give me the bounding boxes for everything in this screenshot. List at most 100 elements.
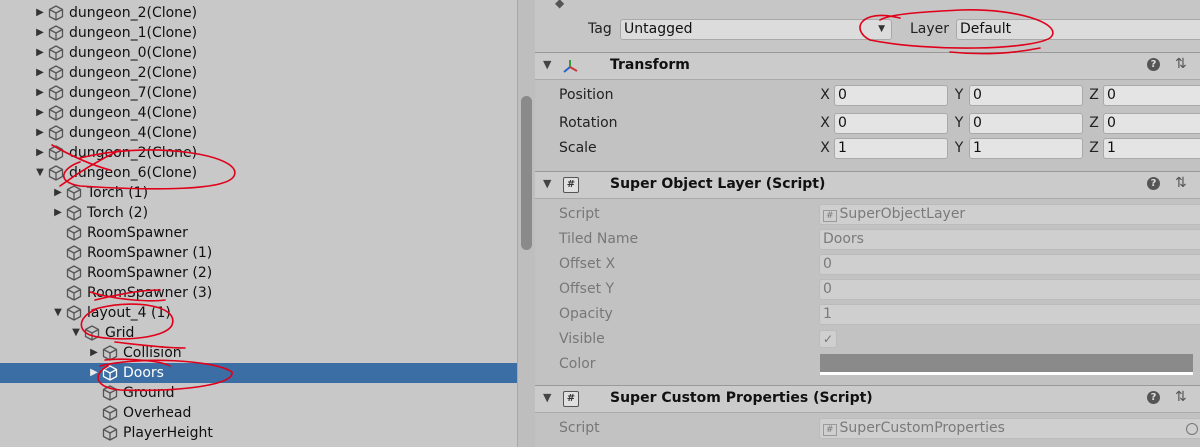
hierarchy-item[interactable]: ▶ Torch (2) [0,203,517,223]
position-z-axis[interactable]: Z [1088,87,1100,103]
scale-z-field[interactable]: 1 [1103,138,1200,159]
rotation-y-field[interactable]: 0 [969,113,1083,134]
foldout-collapsed-icon[interactable]: ▶ [34,3,46,23]
position-z-field[interactable]: 0 [1103,85,1200,106]
color-swatch[interactable] [820,354,1193,375]
hierarchy-item[interactable]: RoomSpawner (2) [0,263,517,283]
foldout-collapsed-icon[interactable]: ▶ [34,143,46,163]
hierarchy-item-label: Torch (2) [87,205,149,221]
tag-dropdown[interactable]: Untagged ▼ [620,19,892,40]
custom-script-object-field[interactable]: # SuperCustomProperties [819,418,1200,439]
hierarchy-item[interactable]: ▼ layout_4 (1) [0,303,517,323]
tiled-name-field[interactable]: Doors [819,229,1200,250]
super-custom-properties-header[interactable]: ▼ # Super Custom Properties (Script) ? ⇅ [535,385,1200,413]
position-y-field[interactable]: 0 [969,85,1083,106]
layer-dropdown[interactable]: Default [956,19,1200,40]
transform-icon [563,60,578,73]
hierarchy-item[interactable]: ▶ dungeon_0(Clone) [0,43,517,63]
hierarchy-item[interactable]: ▶ dungeon_2(Clone) [0,143,517,163]
rotation-y-axis[interactable]: Y [953,115,965,131]
foldout-collapsed-icon[interactable]: ▶ [52,183,64,203]
position-x-axis[interactable]: X [819,87,831,103]
hierarchy-item[interactable]: ▶ Collision [0,343,517,363]
hierarchy-item[interactable]: Overhead [0,403,517,423]
tag-label: Tag [588,21,612,37]
hierarchy-item[interactable]: ▶ dungeon_2(Clone) [0,63,517,83]
foldout-collapsed-icon[interactable]: ▶ [52,203,64,223]
offset-x-field[interactable]: 0 [819,254,1200,275]
layer-dropdown-value: Default [960,21,1012,37]
hierarchy-item-label: Overhead [123,405,192,421]
gameobject-header: ◆ Tag Untagged ▼ Layer Default [535,0,1200,53]
hierarchy-item[interactable]: RoomSpawner (1) [0,243,517,263]
foldout-icon[interactable]: ▼ [543,391,551,404]
rotation-label: Rotation [559,115,618,131]
hierarchy-item[interactable]: ▼ Grid [0,323,517,343]
hierarchy-item-label: dungeon_2(Clone) [69,65,198,81]
foldout-collapsed-icon[interactable]: ▶ [34,83,46,103]
help-icon[interactable]: ? [1147,177,1160,190]
foldout-collapsed-icon[interactable]: ▶ [34,123,46,143]
gameobject-cube-icon [48,105,64,121]
foldout-collapsed-icon[interactable]: ▶ [34,103,46,123]
rotation-x-field[interactable]: 0 [834,113,948,134]
hierarchy-item[interactable]: RoomSpawner [0,223,517,243]
chevron-down-icon: ▼ [878,24,885,34]
hierarchy-item[interactable]: Ground [0,383,517,403]
gameobject-icon: ◆ [555,0,565,10]
object-picker-icon[interactable] [1186,423,1198,435]
script-icon: # [563,177,579,193]
help-icon[interactable]: ? [1147,391,1160,404]
foldout-expanded-icon[interactable]: ▼ [70,323,82,343]
hierarchy-scrollbar-thumb[interactable] [521,96,532,250]
hierarchy-item[interactable]: ▶ dungeon_2(Clone) [0,3,517,23]
foldout-collapsed-icon[interactable]: ▶ [34,63,46,83]
foldout-expanded-icon[interactable]: ▼ [34,163,46,183]
scale-z-axis[interactable]: Z [1088,140,1100,156]
foldout-collapsed-icon[interactable]: ▶ [88,343,100,363]
offset-y-field[interactable]: 0 [819,279,1200,300]
foldout-collapsed-icon[interactable]: ▶ [34,43,46,63]
rotation-x-axis[interactable]: X [819,115,831,131]
position-label: Position [559,87,614,103]
hierarchy-item[interactable]: ▶ dungeon_4(Clone) [0,103,517,123]
scale-label: Scale [559,140,597,156]
foldout-icon[interactable]: ▼ [543,177,551,190]
hierarchy-scrollbar[interactable] [517,0,535,447]
hierarchy-item-label: layout_4 (1) [87,305,171,321]
hierarchy-item[interactable]: ▶ dungeon_1(Clone) [0,23,517,43]
settings-icon[interactable]: ⇅ [1175,56,1187,72]
foldout-collapsed-icon[interactable]: ▶ [88,363,100,383]
foldout-icon[interactable]: ▼ [543,58,551,71]
foldout-expanded-icon[interactable]: ▼ [52,303,64,323]
hierarchy-item[interactable]: ▼ dungeon_6(Clone) [0,163,517,183]
hierarchy-item[interactable]: ▶ Doors [0,363,517,383]
hierarchy-item-label: dungeon_1(Clone) [69,25,198,41]
position-y-axis[interactable]: Y [953,87,965,103]
hierarchy-item[interactable]: ▶ Torch (1) [0,183,517,203]
scale-y-field[interactable]: 1 [969,138,1083,159]
foldout-collapsed-icon[interactable]: ▶ [34,23,46,43]
transform-header[interactable]: ▼ Transform ? ⇅ [535,52,1200,80]
script-file-icon: # [823,424,837,436]
hierarchy-item[interactable]: ▶ dungeon_7(Clone) [0,83,517,103]
position-x-field[interactable]: 0 [834,85,948,106]
hierarchy-item[interactable]: PlayerHeight [0,423,517,443]
hierarchy-item-label: RoomSpawner [87,225,188,241]
scale-x-axis[interactable]: X [819,140,831,156]
gameobject-cube-icon [48,85,64,101]
gameobject-cube-icon [48,5,64,21]
scale-y-axis[interactable]: Y [953,140,965,156]
settings-icon[interactable]: ⇅ [1175,175,1187,191]
scale-x-field[interactable]: 1 [834,138,948,159]
settings-icon[interactable]: ⇅ [1175,389,1187,405]
hierarchy-item[interactable]: RoomSpawner (3) [0,283,517,303]
visible-checkbox[interactable]: ✓ [819,330,837,348]
hierarchy-item[interactable]: ▶ dungeon_4(Clone) [0,123,517,143]
super-object-layer-header[interactable]: ▼ # Super Object Layer (Script) ? ⇅ [535,171,1200,199]
opacity-field[interactable]: 1 [819,304,1200,325]
rotation-z-axis[interactable]: Z [1088,115,1100,131]
rotation-z-field[interactable]: 0 [1103,113,1200,134]
script-object-field[interactable]: # SuperObjectLayer [819,204,1200,225]
help-icon[interactable]: ? [1147,58,1160,71]
